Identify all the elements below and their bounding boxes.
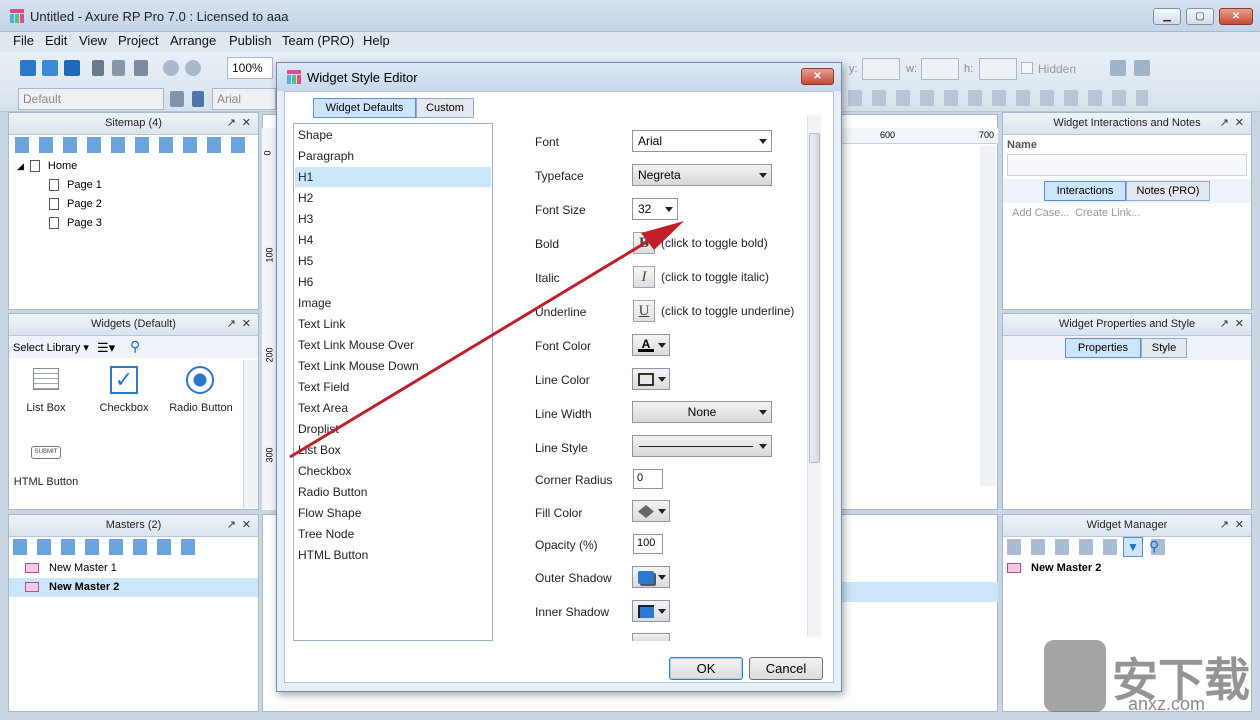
watermark-url: anxz.com (1128, 694, 1206, 714)
watermark-shield-icon (1044, 640, 1106, 712)
annotation-arrow (289, 221, 684, 459)
arrow-line (289, 238, 651, 459)
arrow-head (641, 221, 684, 250)
